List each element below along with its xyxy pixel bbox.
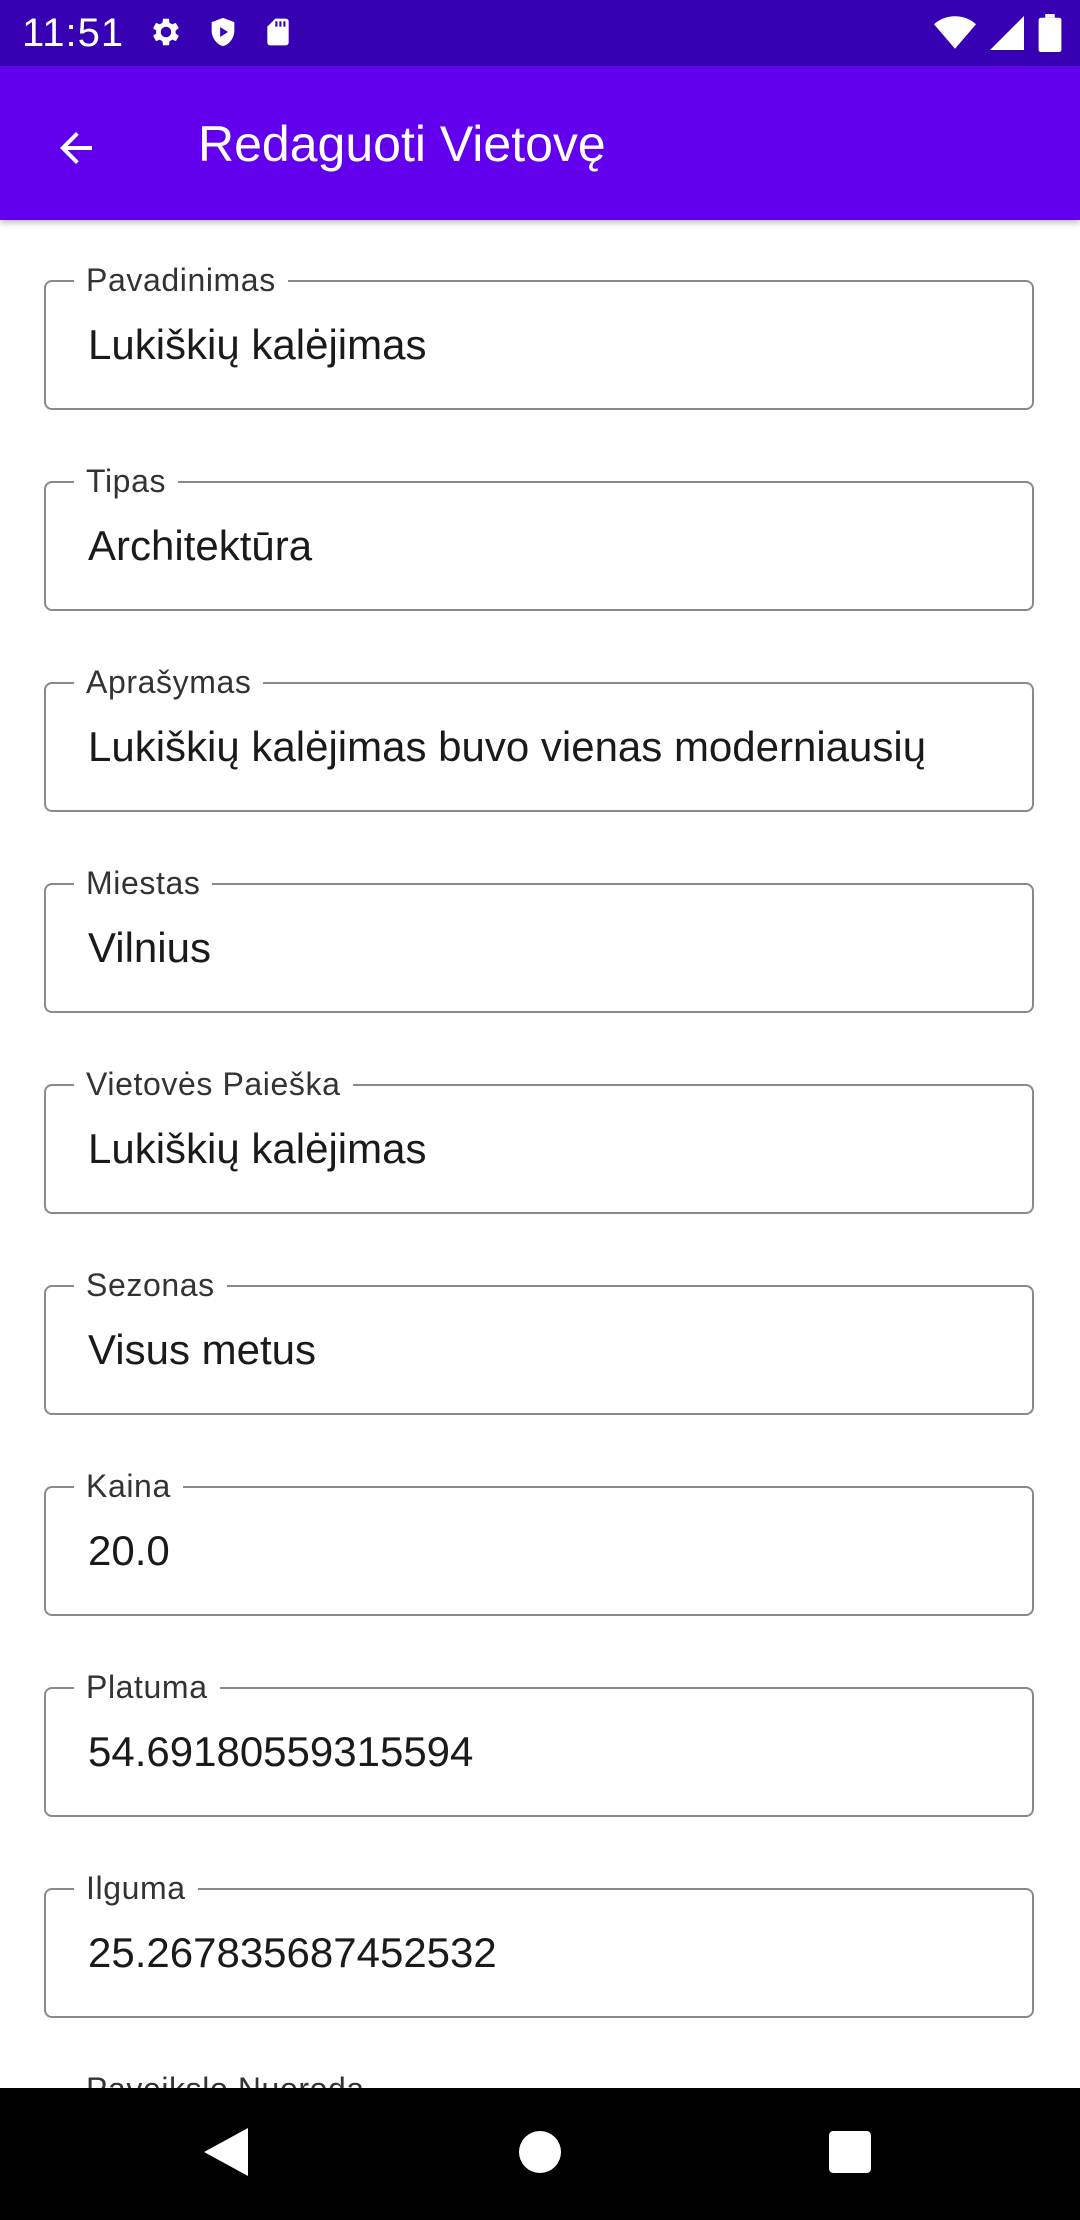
type-field[interactable]: Tipas Architektūra [44,462,1034,611]
latitude-field[interactable]: Platuma 54.69180559315594 [44,1668,1034,1817]
page-title: Redaguoti Vietovę [198,116,606,172]
field-value[interactable]: Vilnius [88,923,1018,973]
field-label: Paveikslo Nuoroda [74,2070,377,2088]
sd-card-icon [262,14,294,55]
status-time: 11:51 [22,11,125,55]
field-value[interactable]: Visus metus [88,1325,1018,1375]
field-label: Tipas [74,462,179,500]
home-circle-icon [519,2130,561,2178]
gear-icon [148,14,184,55]
nav-back-button[interactable] [196,2124,256,2184]
shield-icon [206,14,240,55]
city-field[interactable]: Miestas Vilnius [44,864,1034,1013]
field-value[interactable]: 20.0 [88,1526,1018,1576]
status-bar: 11:51 [0,0,1080,66]
signal-icon [990,15,1024,56]
field-value[interactable]: Lukiškių kalėjimas buvo vienas moderniau… [88,722,1018,772]
field-label: Sezonas [74,1266,227,1304]
season-field[interactable]: Sezonas Visus metus [44,1266,1034,1415]
field-value[interactable]: Lukiškių kalėjimas [88,1124,1018,1174]
longitude-field[interactable]: Ilguma 25.267835687452532 [44,1869,1034,2018]
field-value[interactable]: Architektūra [88,521,1018,571]
field-value[interactable]: 54.69180559315594 [88,1727,1018,1777]
field-label: Kaina [74,1467,183,1505]
app-bar: Redaguoti Vietovę [0,66,1080,220]
price-field[interactable]: Kaina 20.0 [44,1467,1034,1616]
navigation-bar [0,2088,1080,2220]
status-icons-left [148,14,294,55]
field-label: Miestas [74,864,213,902]
wifi-icon [934,15,976,56]
back-button[interactable] [38,112,114,188]
field-label: Pavadinimas [74,261,288,299]
name-field[interactable]: Pavadinimas Lukiškių kalėjimas [44,261,1034,410]
field-value[interactable]: 25.267835687452532 [88,1928,1018,1978]
field-label: Aprašymas [74,663,264,701]
edit-location-form: Pavadinimas Lukiškių kalėjimas Tipas Arc… [0,220,1080,2088]
description-field[interactable]: Aprašymas Lukiškių kalėjimas buvo vienas… [44,663,1034,812]
field-label: Ilguma [74,1869,198,1907]
status-icons-right [934,14,1062,57]
nav-recents-button[interactable] [820,2124,880,2184]
nav-home-button[interactable] [510,2124,570,2184]
arrow-back-icon [52,124,100,177]
back-triangle-icon [204,2127,248,2181]
recents-square-icon [829,2130,871,2178]
battery-icon [1038,14,1062,57]
location-search-field[interactable]: Vietovės Paieška Lukiškių kalėjimas [44,1065,1034,1214]
field-value[interactable]: Lukiškių kalėjimas [88,320,1018,370]
field-label: Platuma [74,1668,220,1706]
field-label: Vietovės Paieška [74,1065,353,1103]
